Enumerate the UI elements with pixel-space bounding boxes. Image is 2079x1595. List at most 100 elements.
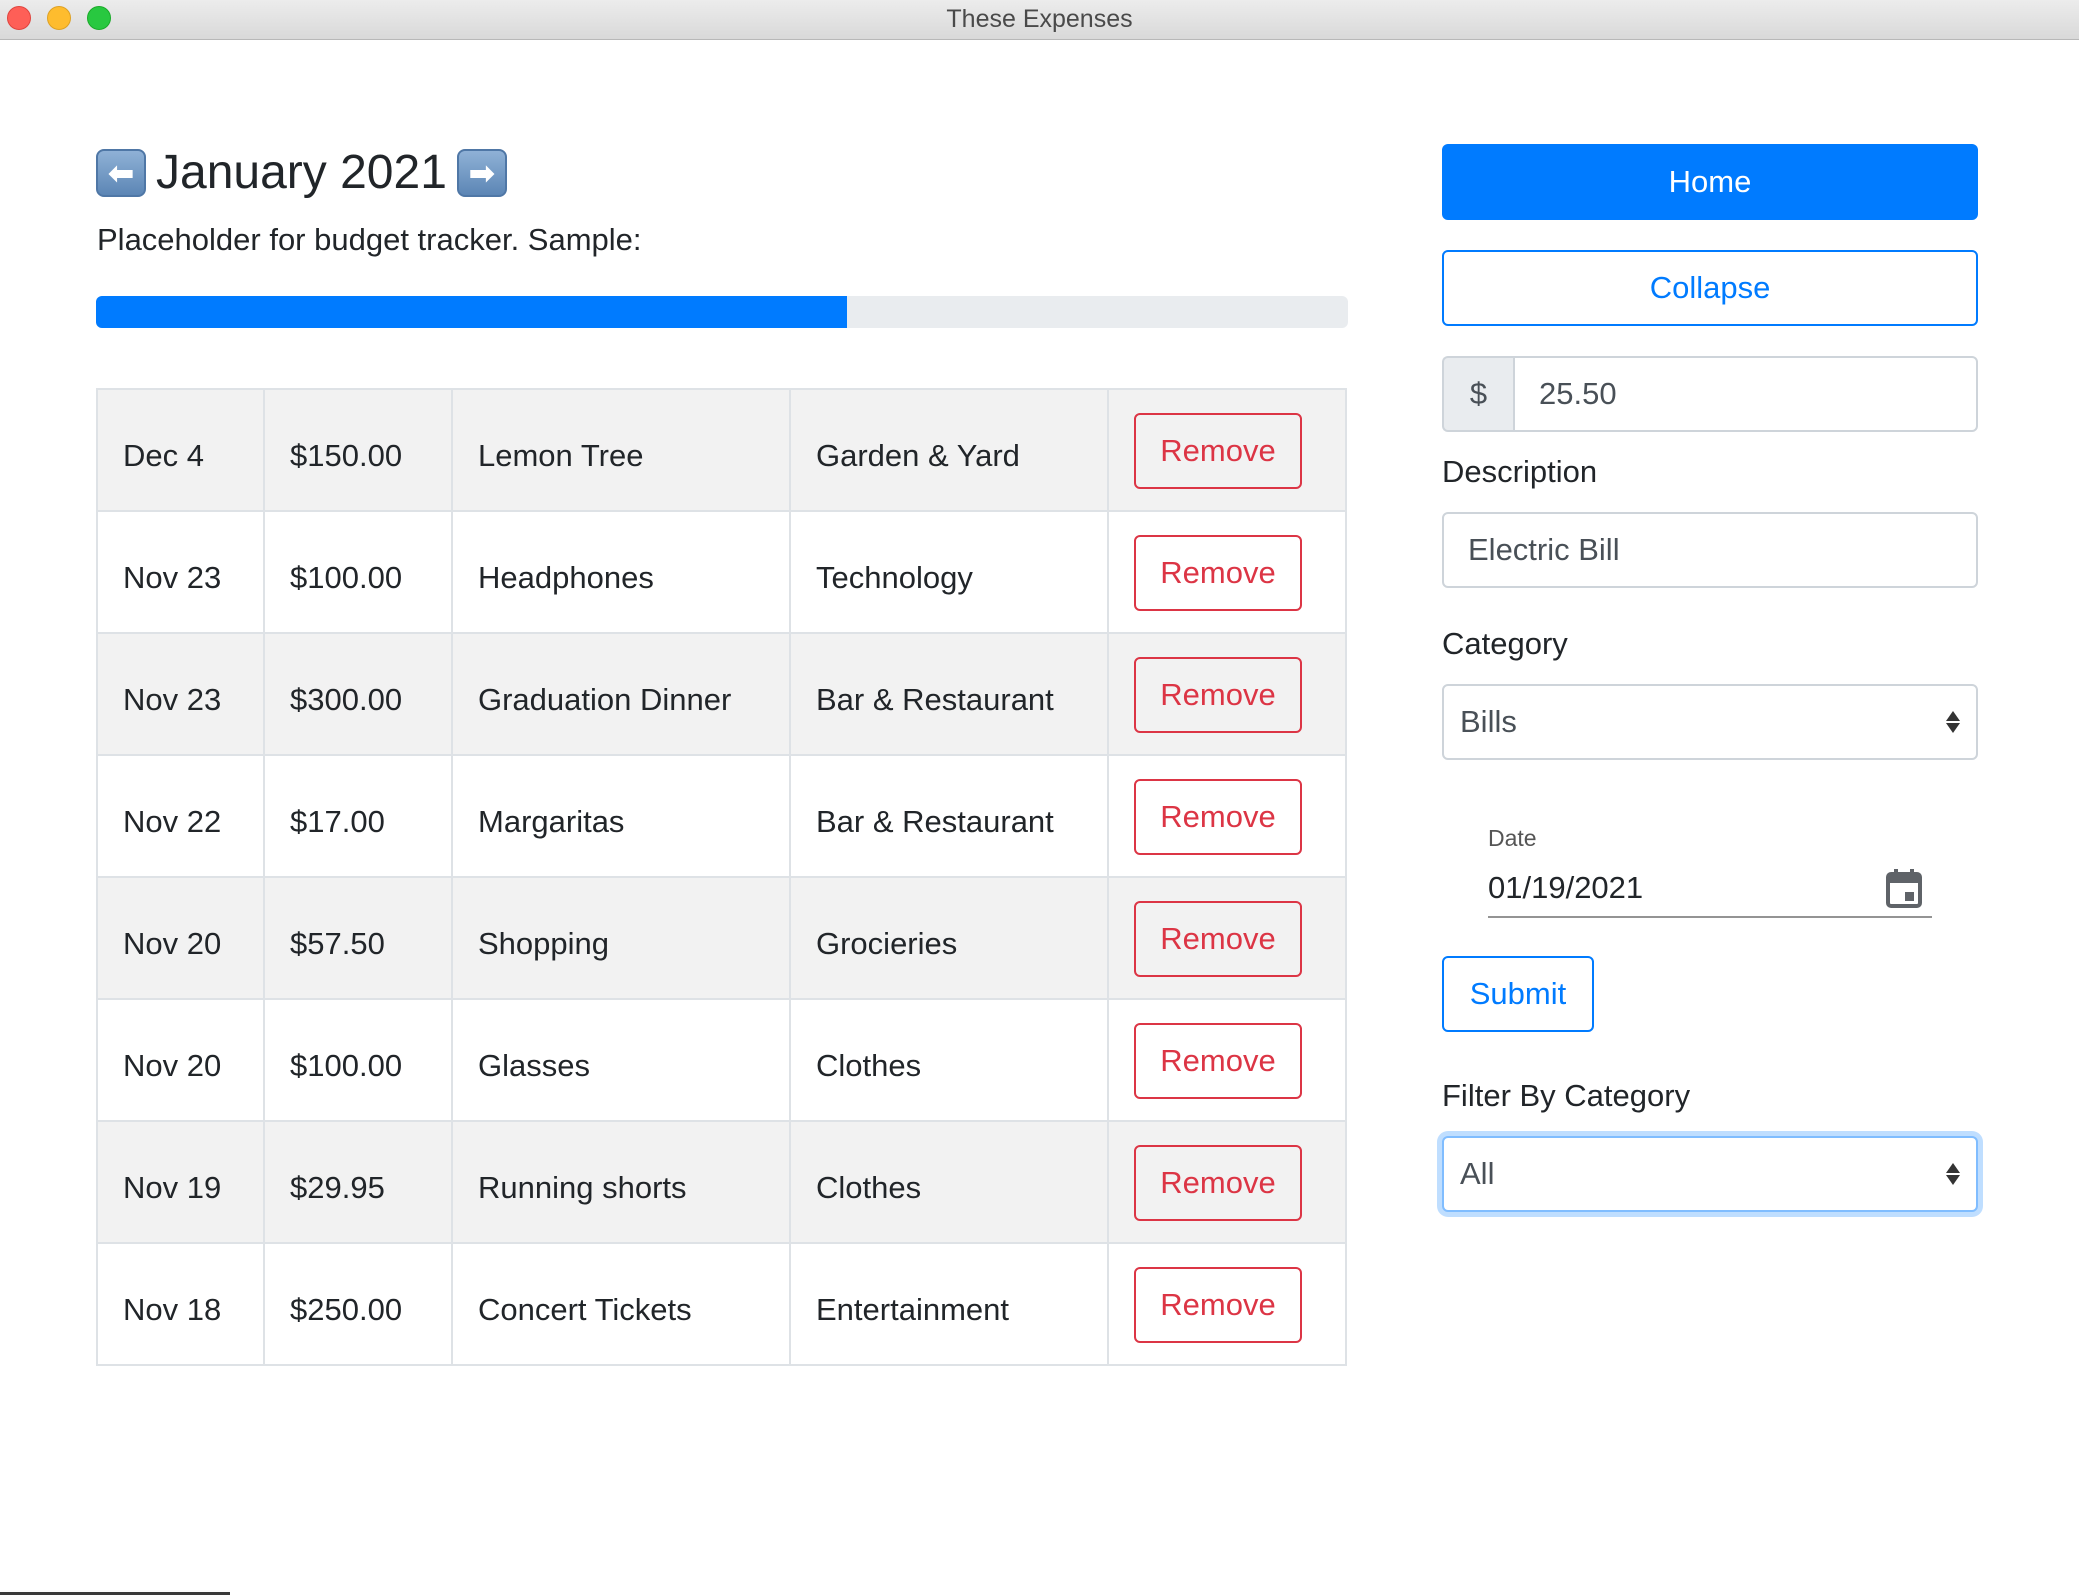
next-month-button[interactable]: ➡ — [456, 149, 507, 197]
expense-date-cell: Nov 20 — [96, 998, 265, 1122]
remove-expense-button[interactable]: Remove — [1134, 1267, 1302, 1343]
amount-input[interactable]: 25.50 — [1513, 356, 1978, 432]
table-row: Nov 19 $29.95 Running shorts Clothes Remove — [96, 1120, 1347, 1244]
budget-progress-bar — [96, 296, 1348, 328]
select-arrows-icon — [1946, 711, 1960, 733]
expense-category: Grocieries — [816, 926, 958, 961]
expense-date: Nov 20 — [123, 926, 222, 961]
previous-month-button[interactable]: ⬅ — [96, 149, 146, 197]
category-select[interactable]: Bills — [1442, 684, 1978, 760]
remove-expense-button[interactable]: Remove — [1134, 535, 1302, 611]
category-label: Category — [1442, 626, 1568, 661]
description-label: Description — [1442, 454, 1598, 489]
expense-description-cell: Headphones — [451, 510, 791, 634]
expense-action-cell: Remove — [1107, 876, 1347, 1000]
expense-date: Nov 18 — [123, 1292, 222, 1327]
remove-expense-button[interactable]: Remove — [1134, 779, 1302, 855]
expense-category-cell: Bar & Restaurant — [789, 754, 1109, 878]
title-bar: These Expenses — [0, 0, 2079, 40]
table-row: Nov 22 $17.00 Margaritas Bar & Restaurant Re… — [96, 754, 1347, 878]
expense-amount-cell: $17.00 — [263, 754, 453, 878]
expense-amount-cell: $150.00 — [263, 388, 453, 512]
expense-description: Running shorts — [478, 1170, 687, 1205]
expense-amount: $29.95 — [290, 1170, 385, 1205]
expense-action-cell: Remove — [1107, 998, 1347, 1122]
select-arrows-icon — [1946, 1163, 1960, 1185]
app-window: These Expenses ⬅ January 2021 ➡ Placehol… — [0, 0, 2079, 1595]
expense-amount-cell: $29.95 — [263, 1120, 453, 1244]
expense-amount: $100.00 — [290, 560, 403, 595]
date-input[interactable]: 01/19/2021 — [1488, 860, 1932, 918]
expense-amount: $100.00 — [290, 1048, 403, 1083]
expense-amount-cell: $300.00 — [263, 632, 453, 756]
expense-amount: $150.00 — [290, 438, 403, 473]
filter-category-select[interactable]: All — [1442, 1136, 1978, 1212]
table-row: Nov 23 $100.00 Headphones Technology Remove — [96, 510, 1347, 634]
date-value: 01/19/2021 — [1488, 870, 1644, 905]
expense-category-cell: Clothes — [789, 1120, 1109, 1244]
remove-expense-button[interactable]: Remove — [1134, 901, 1302, 977]
expense-category: Garden & Yard — [816, 438, 1020, 473]
expense-category-cell: Garden & Yard — [789, 388, 1109, 512]
calendar-icon[interactable] — [1886, 868, 1922, 908]
expense-date: Nov 23 — [123, 682, 222, 717]
expense-amount-cell: $100.00 — [263, 510, 453, 634]
description-input[interactable]: Electric Bill — [1442, 512, 1978, 588]
expense-date-cell: Nov 18 — [96, 1242, 265, 1366]
expense-description-cell: Lemon Tree — [451, 388, 791, 512]
expense-description: Margaritas — [478, 804, 625, 839]
expense-category-cell: Bar & Restaurant — [789, 632, 1109, 756]
remove-expense-button[interactable]: Remove — [1134, 413, 1302, 489]
expense-action-cell: Remove — [1107, 510, 1347, 634]
expense-description-cell: Concert Tickets — [451, 1242, 791, 1366]
filter-select-value: All — [1460, 1156, 1495, 1191]
expense-category-cell: Entertainment — [789, 1242, 1109, 1366]
expense-date: Nov 20 — [123, 1048, 222, 1083]
expense-date-cell: Nov 20 — [96, 876, 265, 1000]
expense-category: Clothes — [816, 1170, 922, 1205]
expense-category-cell: Grocieries — [789, 876, 1109, 1000]
expense-description: Lemon Tree — [478, 438, 644, 473]
filter-category-label: Filter By Category — [1442, 1078, 1691, 1113]
expense-action-cell: Remove — [1107, 754, 1347, 878]
month-title: January 2021 — [156, 146, 447, 199]
expense-category: Clothes — [816, 1048, 922, 1083]
table-row: Nov 23 $300.00 Graduation Dinner Bar & Rest… — [96, 632, 1347, 756]
expense-date-cell: Nov 19 — [96, 1120, 265, 1244]
currency-prefix: $ — [1442, 356, 1513, 432]
remove-expense-button[interactable]: Remove — [1134, 1145, 1302, 1221]
expense-category: Technology — [816, 560, 973, 595]
collapse-button[interactable]: Collapse — [1442, 250, 1978, 326]
submit-button[interactable]: Submit — [1442, 956, 1594, 1032]
expense-description: Glasses — [478, 1048, 590, 1083]
expense-amount-cell: $57.50 — [263, 876, 453, 1000]
expense-amount: $17.00 — [290, 804, 385, 839]
expense-description-cell: Glasses — [451, 998, 791, 1122]
expense-amount: $57.50 — [290, 926, 385, 961]
expense-category-cell: Clothes — [789, 998, 1109, 1122]
remove-expense-button[interactable]: Remove — [1134, 1023, 1302, 1099]
remove-expense-button[interactable]: Remove — [1134, 657, 1302, 733]
expense-date-cell: Nov 23 — [96, 510, 265, 634]
expense-description: Concert Tickets — [478, 1292, 692, 1327]
home-button[interactable]: Home — [1442, 144, 1978, 220]
expense-date-cell: Dec 4 — [96, 388, 265, 512]
expense-description-cell: Running shorts — [451, 1120, 791, 1244]
month-header: ⬅ January 2021 ➡ — [96, 146, 507, 200]
expense-category-cell: Technology — [789, 510, 1109, 634]
expense-date-cell: Nov 23 — [96, 632, 265, 756]
budget-progress-fill — [96, 296, 848, 328]
expense-amount: $250.00 — [290, 1292, 403, 1327]
expense-date: Dec 4 — [123, 438, 204, 473]
expense-description: Headphones — [478, 560, 654, 595]
expense-date: Nov 22 — [123, 804, 222, 839]
right-arrow-icon: ➡ — [468, 155, 496, 191]
expense-date: Nov 19 — [123, 1170, 222, 1205]
expense-action-cell: Remove — [1107, 388, 1347, 512]
amount-input-group: $ 25.50 — [1442, 356, 1978, 432]
date-label: Date — [1488, 825, 1537, 851]
expense-description-cell: Margaritas — [451, 754, 791, 878]
left-arrow-icon: ⬅ — [107, 155, 135, 191]
table-row: Dec 4 $150.00 Lemon Tree Garden & Yard Remov… — [96, 388, 1347, 512]
expense-date-cell: Nov 22 — [96, 754, 265, 878]
